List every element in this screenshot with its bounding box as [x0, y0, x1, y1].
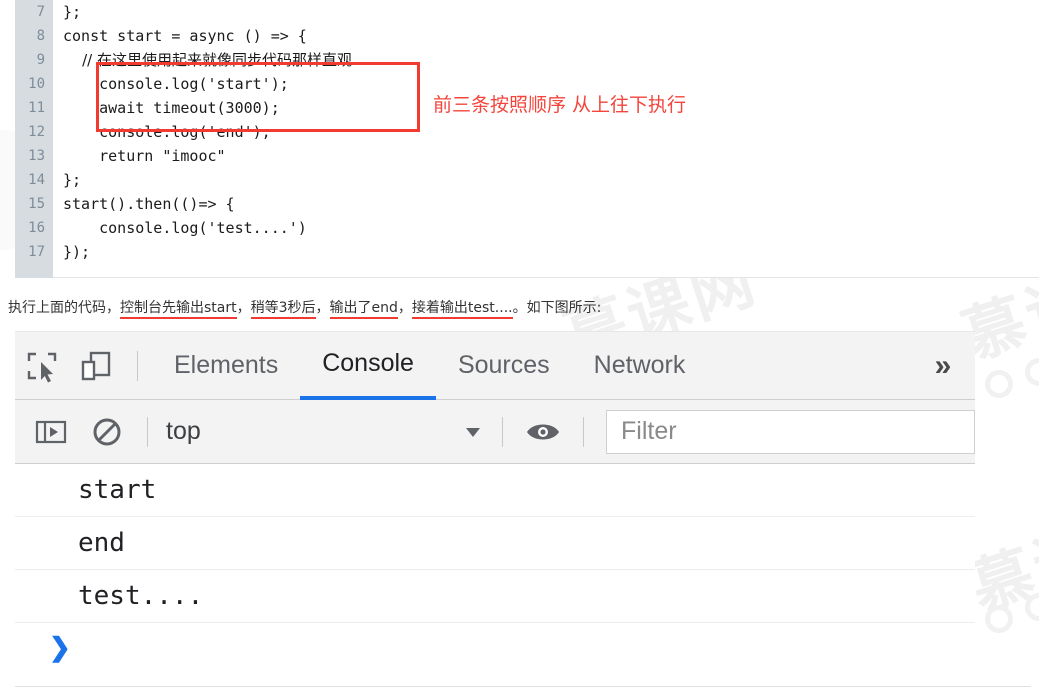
tab-sources[interactable]: Sources [436, 332, 572, 400]
code-annotation-text: 前三条按照顺序 从上往下执行 [433, 94, 687, 116]
console-message-list: start end test.... ❯ [15, 464, 975, 671]
paragraph-part: 。如下图所示: [512, 300, 602, 316]
line-number: 11 [28, 100, 45, 116]
console-message[interactable]: start [15, 464, 975, 517]
line-number: 12 [28, 124, 45, 140]
code-line: 13 return "imooc" [15, 144, 1039, 168]
devtools-panel: Elements Console Sources Network » top F… [15, 331, 975, 678]
tab-elements[interactable]: Elements [152, 332, 300, 400]
line-number: 17 [28, 244, 45, 260]
paragraph-underlined-segment: 稍等3秒后 [250, 300, 316, 319]
clear-console-icon[interactable] [79, 401, 135, 463]
code-line: 7 }; [15, 0, 1039, 24]
code-text: return "imooc" [63, 147, 226, 165]
console-toolbar-divider [583, 416, 584, 447]
code-line: 15 start().then(()=> { [15, 192, 1039, 216]
console-toolbar-divider [502, 416, 503, 447]
line-number: 15 [28, 196, 45, 212]
code-line: 8 const start = async () => { [15, 24, 1039, 48]
paragraph-part: ， [397, 300, 412, 316]
console-prompt-caret-icon: ❯ [49, 631, 71, 662]
paragraph-underlined-segment: 控制台先输出start [120, 300, 237, 319]
code-text: }; [63, 171, 82, 189]
more-tabs-icon[interactable]: » [911, 332, 975, 400]
console-prompt-row[interactable]: ❯ [15, 623, 975, 671]
devtools-tab-bar: Elements Console Sources Network » [15, 332, 975, 400]
paragraph-part: 执行上面的代码， [8, 300, 120, 316]
line-number: 10 [28, 76, 45, 92]
device-toolbar-icon[interactable] [69, 332, 123, 400]
eye-icon[interactable] [515, 401, 571, 463]
code-text: console.log('test....') [63, 219, 307, 237]
code-line: 17 }); [15, 240, 1039, 264]
toolbar-divider [137, 350, 138, 381]
line-number: 14 [28, 172, 45, 188]
page-bottom-divider [15, 686, 1031, 687]
tab-network[interactable]: Network [572, 332, 708, 400]
code-text: const start = async () => { [63, 27, 307, 45]
code-highlight-box [96, 62, 420, 132]
line-number: 16 [28, 220, 45, 236]
console-toolbar-divider [147, 416, 148, 447]
explanatory-paragraph: 执行上面的代码，控制台先输出start，稍等3秒后，输出了end，接着输出tes… [8, 297, 602, 319]
paragraph-part: ， [236, 300, 251, 316]
console-message[interactable]: end [15, 517, 975, 570]
code-block: 7 }; 8 const start = async () => { 9 // … [15, 0, 1039, 278]
inspect-element-icon[interactable] [15, 332, 69, 400]
execution-context-selector[interactable]: top [160, 417, 456, 446]
console-toolbar: top Filter [15, 400, 975, 464]
code-lines: 7 }; 8 const start = async () => { 9 // … [15, 0, 1039, 264]
paragraph-part: ， [315, 300, 330, 316]
code-text: }); [63, 243, 91, 261]
line-number: 7 [36, 4, 45, 20]
line-number: 8 [36, 28, 45, 44]
filter-input[interactable]: Filter [606, 409, 975, 454]
code-text: start().then(()=> { [63, 195, 235, 213]
code-text: }; [63, 3, 82, 21]
code-line: 14 }; [15, 168, 1039, 192]
tab-console[interactable]: Console [300, 332, 436, 400]
chevron-down-icon[interactable] [456, 421, 490, 443]
line-number: 13 [28, 148, 45, 164]
paragraph-underlined-segment: 接着输出test.... [411, 300, 513, 319]
console-message[interactable]: test.... [15, 570, 975, 623]
line-number: 9 [36, 52, 45, 68]
console-sidebar-toggle-icon[interactable] [23, 401, 79, 463]
paragraph-underlined-segment: 输出了end [329, 300, 398, 319]
code-line: 16 console.log('test....') [15, 216, 1039, 240]
